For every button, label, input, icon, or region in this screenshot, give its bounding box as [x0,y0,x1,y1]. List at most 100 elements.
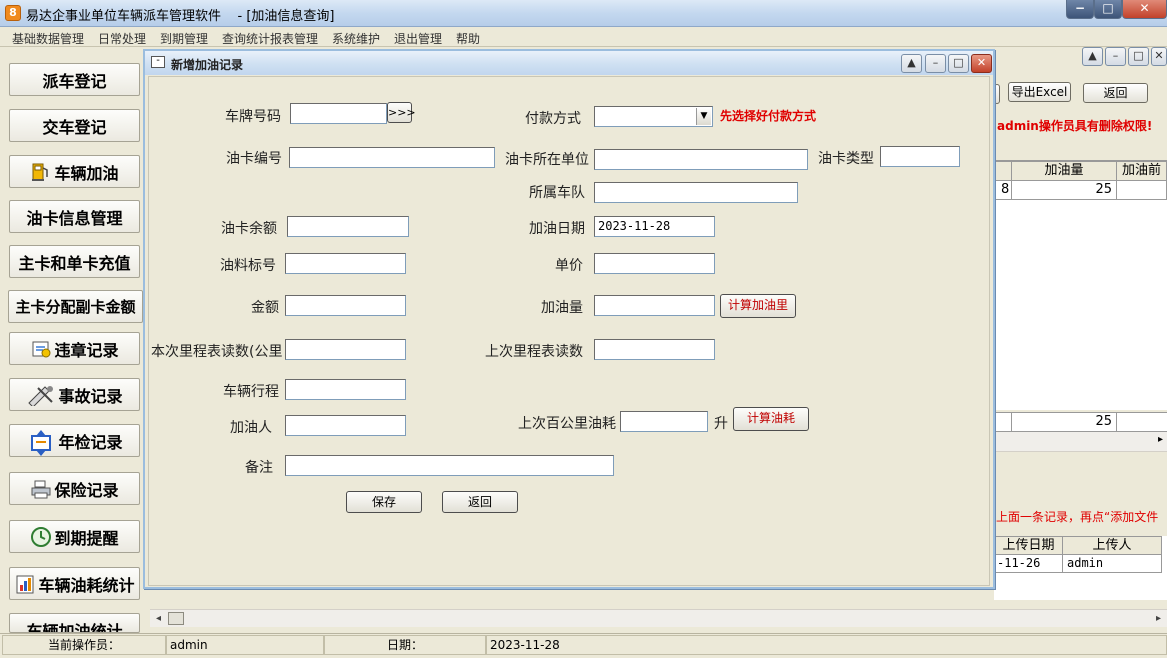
grid-cell[interactable]: -11-26 [994,554,1063,573]
scroll-right-icon[interactable]: ▸ [1156,613,1161,624]
grid-cell[interactable]: 8 [994,180,1012,200]
sidebar-item-return[interactable]: 交车登记 [9,109,140,142]
add-refuel-dialog: - 新增加油记录 ▲ – □ ✕ 车牌号码 >>> 付款方式 ▼ 先选择好付款方… [143,49,995,589]
menu-expiry[interactable]: 到期管理 [160,30,208,47]
menu-basic-data[interactable]: 基础数据管理 [12,30,84,47]
plate-input[interactable] [290,103,387,124]
save-button[interactable]: 保存 [346,491,422,513]
sidebar-item-card-info[interactable]: 油卡信息管理 [9,200,140,233]
sidebar-item-dispatch[interactable]: 派车登记 [9,63,140,96]
volume-input[interactable] [594,295,715,316]
dialog-menu-icon[interactable]: - [151,56,165,68]
sidebar-item-fuel-stats[interactable]: 车辆油耗统计 [9,567,140,600]
odo-last-input[interactable] [594,339,715,360]
menu-daily[interactable]: 日常处理 [98,30,146,47]
payment-label: 付款方式 [525,111,581,127]
sidebar-item-label: 交车登记 [42,117,107,137]
amount-input[interactable] [285,295,406,316]
chevron-down-icon[interactable]: ▼ [696,108,711,125]
calc-volume-button[interactable]: 计算加油里 [720,294,796,318]
scroll-right-icon[interactable]: ▸ [1158,434,1163,445]
sidebar-item-label: 派车登记 [42,71,107,91]
grid-total-row: 25 [994,412,1167,432]
grid-hscroll[interactable]: ▸ [994,432,1167,452]
export-excel-button[interactable]: 导出Excel [1008,82,1071,102]
grid-cell[interactable]: admin [1062,554,1162,573]
menu-reports[interactable]: 查询统计报表管理 [222,30,318,47]
price-input[interactable] [594,253,715,274]
card-unit-input[interactable] [594,149,808,170]
odo-now-label: 本次里程表读数(公里 [151,344,283,360]
sidebar-item-label: 年检记录 [58,432,123,452]
mdi-window-buttons: ▲ – □ ✕ [1080,47,1167,67]
remark-label: 备注 [245,460,273,476]
remark-input[interactable] [285,455,614,476]
grid-cell[interactable] [1116,180,1167,200]
volume-label: 加油量 [541,300,583,316]
card-no-input[interactable] [289,147,495,168]
unit-liter-label: 升 [714,416,728,432]
mdi-minimize-icon[interactable]: – [1105,47,1126,66]
balance-label: 油卡余额 [221,221,277,237]
sidebar-item-refuel[interactable]: 车辆加油 [9,155,140,188]
sidebar-item-label: 油卡信息管理 [26,208,123,228]
dialog-titlebar[interactable]: - 新增加油记录 ▲ – □ ✕ [145,51,993,75]
clock-icon [30,526,52,548]
trip-input[interactable] [285,379,406,400]
sidebar-item-expiry-reminder[interactable]: 到期提醒 [9,520,140,553]
calc-consumption-button[interactable]: 计算油耗 [733,407,809,431]
menu-exit[interactable]: 退出管理 [394,30,442,47]
menu-help[interactable]: 帮助 [456,30,480,47]
app-title: 易达企事业单位车辆派车管理软件 - [加油信息查询] [26,9,335,24]
bg-back-button[interactable]: 返回 [1083,83,1148,103]
upload-header-user[interactable]: 上传人 [1062,536,1162,555]
sidebar-item-insurance[interactable]: 保险记录 [9,472,140,505]
team-label: 所属车队 [529,185,585,201]
refueler-input[interactable] [285,415,406,436]
grade-input[interactable] [285,253,406,274]
menu-system[interactable]: 系统维护 [332,30,380,47]
card-type-label: 油卡类型 [818,151,874,167]
scroll-thumb[interactable] [168,612,184,625]
sidebar-item-card-recharge[interactable]: 主卡和单卡充值 [9,245,140,278]
dialog-up-button[interactable]: ▲ [901,54,922,73]
grid-header-before[interactable]: 加油前 [1116,161,1167,181]
app-icon: 8 [5,5,21,21]
fuel-date-input[interactable]: 2023-11-28 [594,216,715,237]
plate-lookup-button[interactable]: >>> [387,102,416,123]
mdi-maximize-icon[interactable]: □ [1128,47,1149,66]
grid-total-value: 25 [1011,413,1117,432]
grid-header-volume[interactable]: 加油量 [1011,161,1117,181]
window-minimize-button[interactable]: − [1066,0,1094,19]
dialog-minimize-button[interactable]: – [925,54,946,73]
last-consumption-input[interactable] [620,411,708,432]
inspection-icon [26,429,56,456]
status-bar: 当前操作员： admin 日期： 2023-11-28 [0,633,1167,658]
sidebar-item-inspection[interactable]: 年检记录 [9,424,140,457]
sidebar-item-label: 保险记录 [54,480,119,500]
permission-note: admin操作员具有删除权限! [997,119,1153,133]
sidebar-item-label: 主卡和单卡充值 [18,253,131,273]
team-input[interactable] [594,182,798,203]
sidebar-item-card-allocate[interactable]: 主卡分配副卡金额 [8,290,143,323]
dialog-close-button[interactable]: ✕ [971,54,992,73]
card-type-input[interactable] [880,146,960,167]
window-close-button[interactable]: ✕ [1122,0,1167,19]
mdi-close-icon[interactable]: ✕ [1151,47,1167,66]
main-hscroll[interactable]: ◂ ▸ [150,609,1167,627]
odo-now-input[interactable] [285,339,406,360]
sidebar-item-violation[interactable]: 违章记录 [9,332,140,365]
sidebar-item-accident[interactable]: 事故记录 [9,378,140,411]
back-button[interactable]: 返回 [442,491,518,513]
sidebar-item-label: 车辆油耗统计 [38,575,135,595]
balance-input[interactable] [287,216,409,237]
sidebar-item-label: 车辆加油统计 [26,622,123,633]
scroll-left-icon[interactable]: ◂ [156,613,161,624]
grid-cell[interactable]: 25 [1011,180,1117,200]
sidebar-item-label: 违章记录 [54,340,119,360]
dialog-maximize-button[interactable]: □ [948,54,969,73]
mdi-up-icon[interactable]: ▲ [1082,47,1103,66]
sidebar-item-refuel-stats[interactable]: 车辆加油统计 [9,613,140,633]
window-maximize-button[interactable]: □ [1094,0,1122,19]
upload-header-date[interactable]: 上传日期 [994,536,1063,555]
